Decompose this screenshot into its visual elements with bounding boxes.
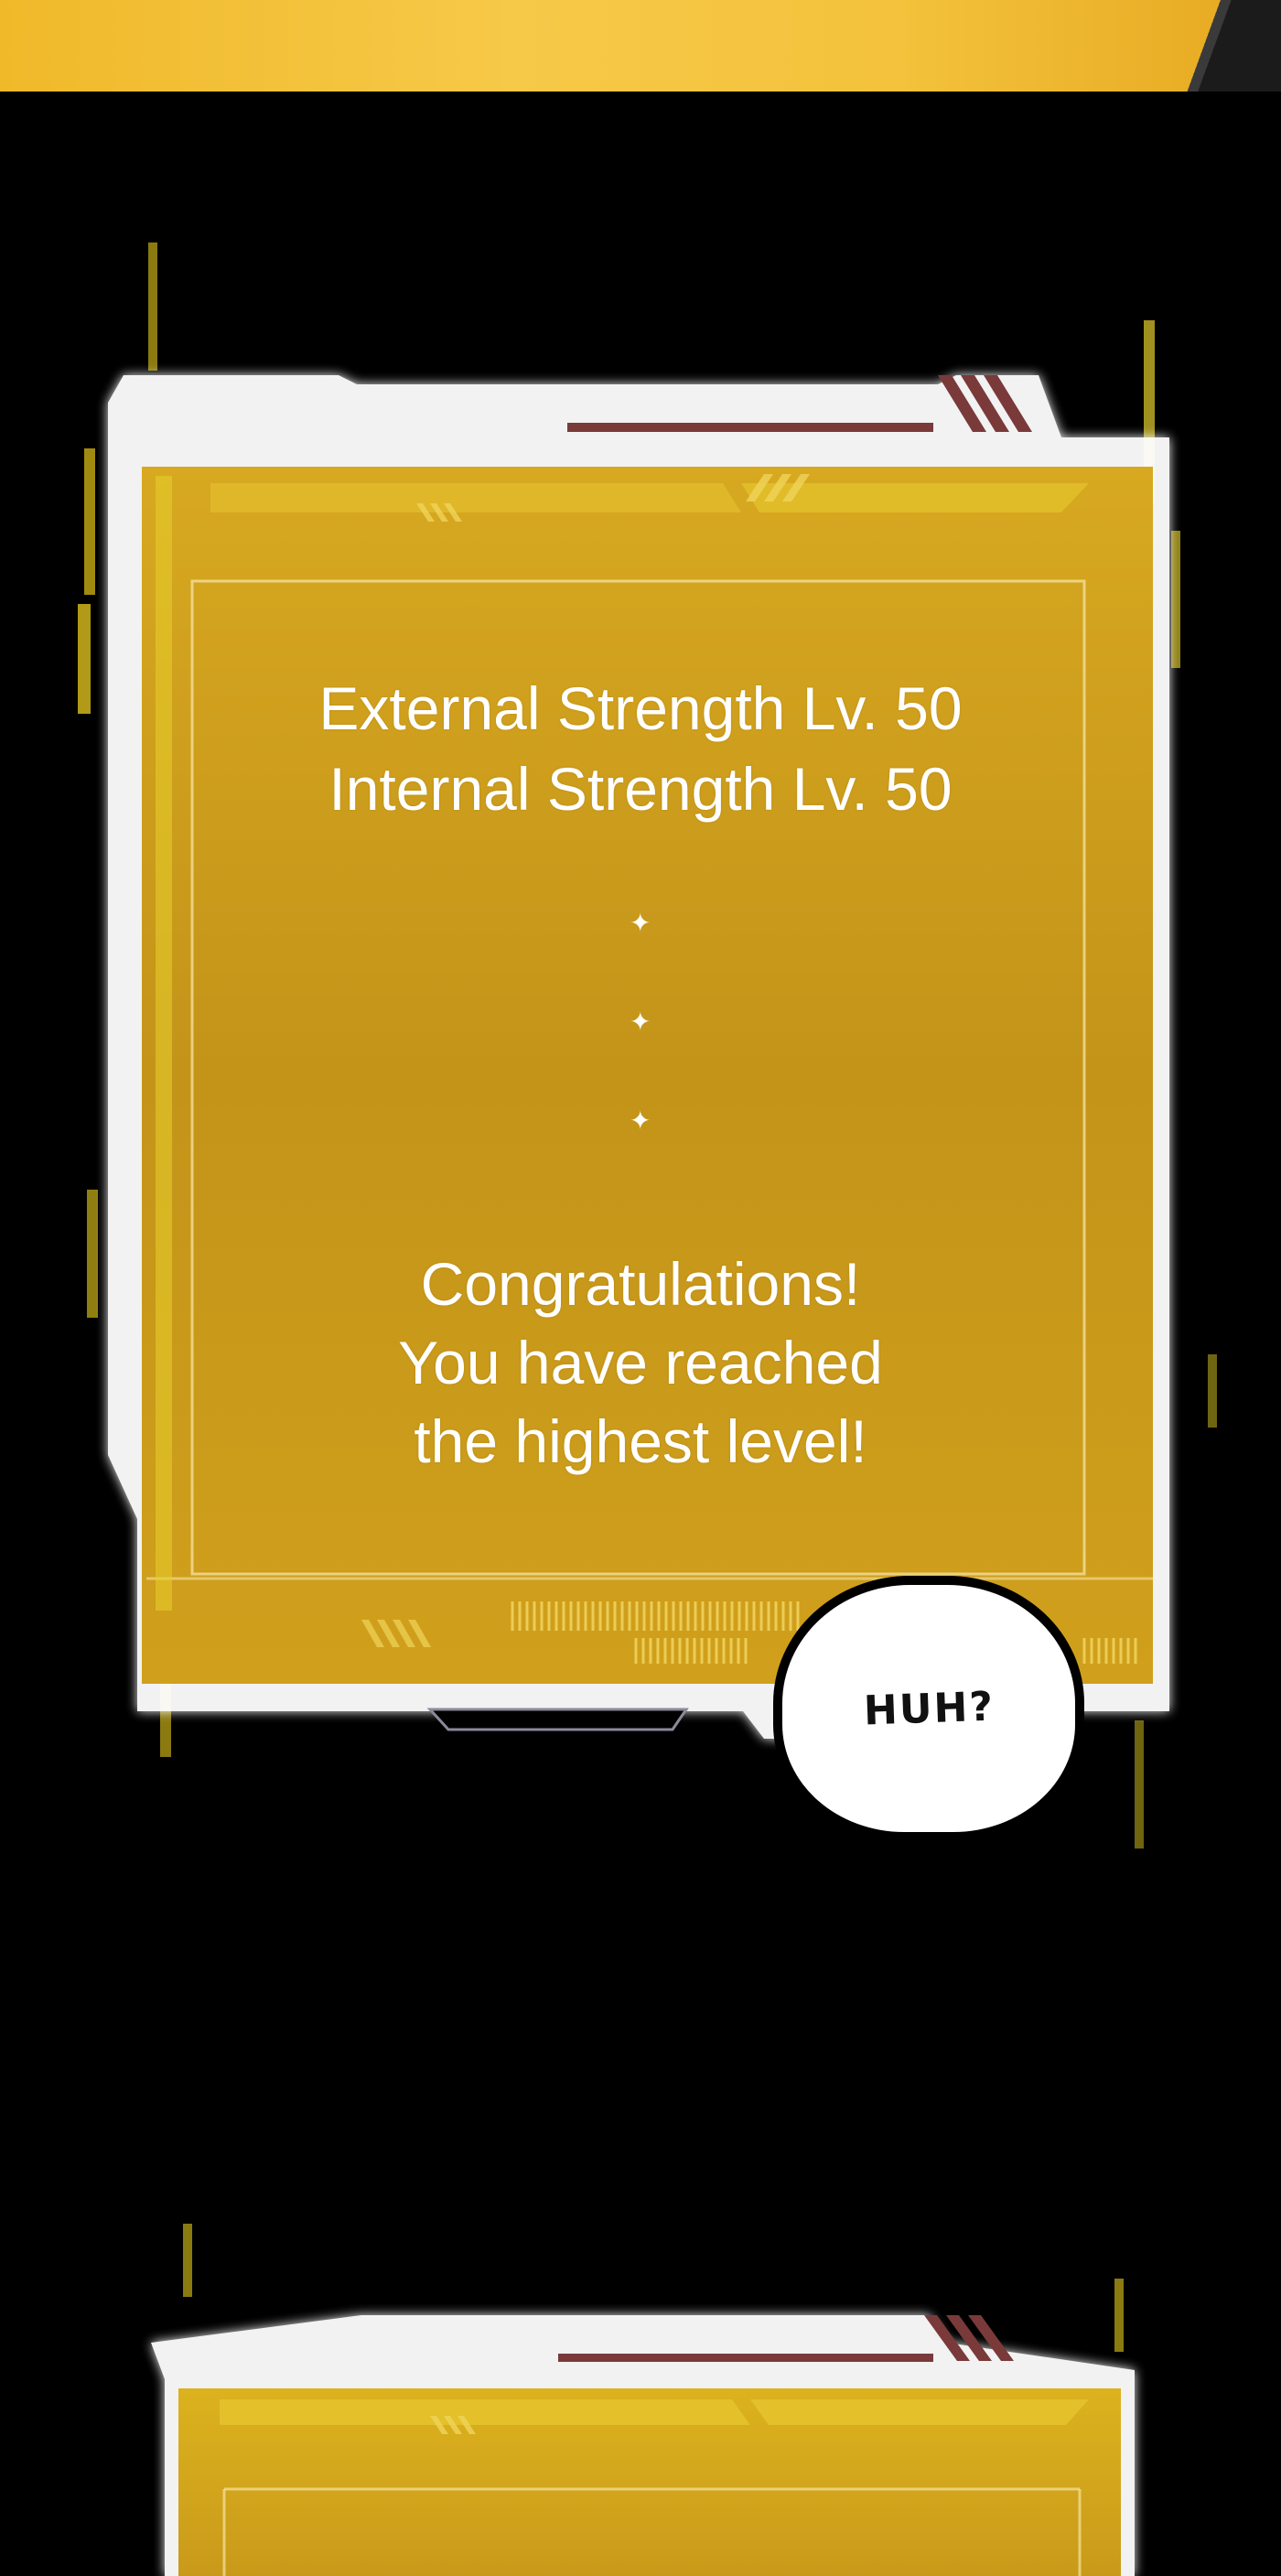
separator-dot: ✦: [630, 909, 651, 937]
congrats-line-2: You have reached: [398, 1329, 883, 1396]
status-window-lower: [151, 2315, 1135, 2576]
external-strength-line: External Strength Lv. 50: [318, 674, 963, 742]
congrats-line-3: the highest level!: [414, 1407, 867, 1475]
speech-bubble-text: HUH?: [862, 1683, 996, 1734]
status-window-main: [108, 375, 1169, 1739]
speech-bubble: HUH?: [773, 1576, 1084, 1841]
congratulations-message: Congratulations! You have reached the hi…: [265, 1245, 1016, 1481]
separator-dot: ✦: [630, 1106, 651, 1135]
congrats-line-1: Congratulations!: [420, 1250, 861, 1318]
internal-strength-line: Internal Strength Lv. 50: [328, 755, 953, 823]
level-stats: External Strength Lv. 50 Internal Streng…: [192, 668, 1089, 829]
separator-dot: ✦: [630, 1008, 651, 1036]
